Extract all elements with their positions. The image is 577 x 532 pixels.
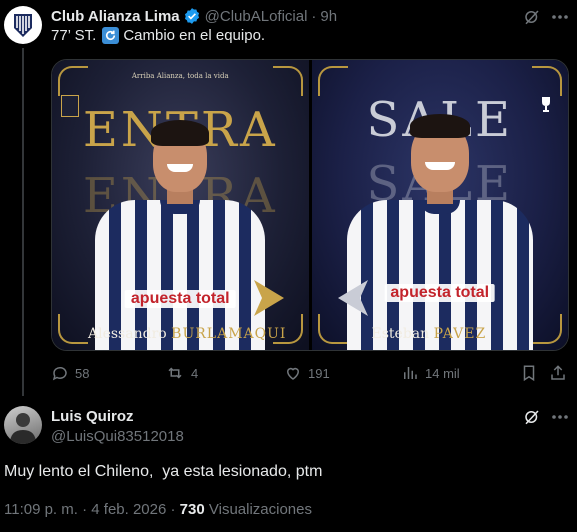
person-photo: [10, 413, 36, 444]
reply-count: 58: [75, 365, 90, 381]
player-hair: [151, 120, 210, 146]
player-smile: [167, 164, 194, 172]
heart-icon: [286, 367, 300, 380]
arrow-left-icon: [337, 280, 368, 316]
tweet-header: Club Alianza Lima @ClubALoficial · 9h: [51, 6, 337, 26]
repost-button[interactable]: 4: [165, 362, 198, 384]
arrow-right-icon: [254, 280, 284, 316]
media-image-entra[interactable]: Arriba Alianza, toda la vida ENTRA ENTRA…: [52, 60, 309, 350]
verified-badge-icon: [183, 7, 201, 25]
reply-author-name[interactable]: Luis Quiroz: [51, 408, 134, 425]
player-first-name: Alessandro: [88, 326, 167, 342]
grok-icon[interactable]: [521, 406, 543, 428]
tweet-media[interactable]: Arriba Alianza, toda la vida ENTRA ENTRA…: [51, 59, 569, 351]
share-button[interactable]: [549, 362, 567, 384]
media-image-sale[interactable]: SALE SALE apuesta total Esteban PAVEZ: [311, 60, 568, 350]
author-handle[interactable]: @ClubALoficial: [205, 8, 308, 25]
grok-icon[interactable]: [521, 6, 543, 28]
like-button[interactable]: 191: [284, 362, 330, 384]
bookmark-button[interactable]: [521, 362, 537, 384]
player-last-name: PAVEZ: [433, 326, 487, 342]
club-crest-icon: [14, 14, 32, 37]
ornament-corner: [58, 66, 88, 96]
player-hair: [409, 114, 470, 138]
player-name-sale: Esteban PAVEZ: [372, 326, 487, 342]
repost-count: 4: [191, 365, 199, 381]
tweet-actions: 58 4 191 14 mil: [51, 362, 569, 384]
reply-timestamp[interactable]: 11:09 p. m. · 4 feb. 2026 ·: [4, 501, 176, 518]
more-options-icon[interactable]: [548, 406, 572, 428]
jersey-sponsor: apuesta total: [124, 290, 236, 308]
repost-icon: [168, 367, 182, 379]
reply-metadata: 11:09 p. m. · 4 feb. 2026 · 730 Visualiz…: [4, 501, 312, 518]
more-options-icon[interactable]: [548, 6, 572, 28]
player-last-name: BURLAMAQUI: [171, 326, 287, 342]
player-photo: apuesta total: [90, 100, 270, 350]
reply-author-avatar[interactable]: [4, 406, 42, 444]
tweet-text-part1: 77’ ST.: [51, 27, 97, 44]
arrows-counterclockwise-icon: [102, 27, 120, 44]
tweet-time[interactable]: 9h: [320, 8, 337, 25]
ornament-corner: [532, 314, 562, 344]
jersey-sponsor: apuesta total: [384, 284, 496, 302]
tweet-text-part2: Cambio en el equipo.: [123, 27, 266, 44]
ornament-corner: [58, 314, 88, 344]
author-name[interactable]: Club Alianza Lima: [51, 8, 180, 25]
club-avatar[interactable]: [4, 6, 42, 44]
separator-dot: ·: [311, 7, 317, 25]
reply-button[interactable]: 58: [51, 362, 89, 384]
player-name-entra: Alessandro BURLAMAQUI: [88, 326, 286, 342]
bookmark-icon: [523, 365, 535, 382]
views-button[interactable]: 14 mil: [401, 362, 460, 384]
player-first-name: Esteban: [371, 326, 430, 342]
reply-icon: [52, 366, 67, 381]
reply-view-count: 730: [179, 501, 205, 518]
player-smile: [424, 162, 455, 170]
reply-text: Muy lento el Chileno, ya esta lesionado,…: [4, 463, 323, 480]
analytics-icon: [404, 367, 417, 379]
player-photo: apuesta total: [346, 88, 533, 350]
ornament-corner: [272, 66, 303, 96]
reply-author-handle[interactable]: @LuisQui83512018: [51, 428, 184, 445]
view-count: 14 mil: [425, 365, 460, 381]
reply-views-label: Visualizaciones: [208, 501, 312, 518]
ornament-corner: [317, 314, 348, 344]
share-icon: [551, 365, 565, 380]
tweet-text: 77’ ST. Cambio en el equipo.: [51, 27, 265, 44]
like-count: 191: [308, 365, 330, 381]
image-caption: Arriba Alianza, toda la vida: [131, 72, 229, 80]
thread-line: [22, 48, 24, 396]
